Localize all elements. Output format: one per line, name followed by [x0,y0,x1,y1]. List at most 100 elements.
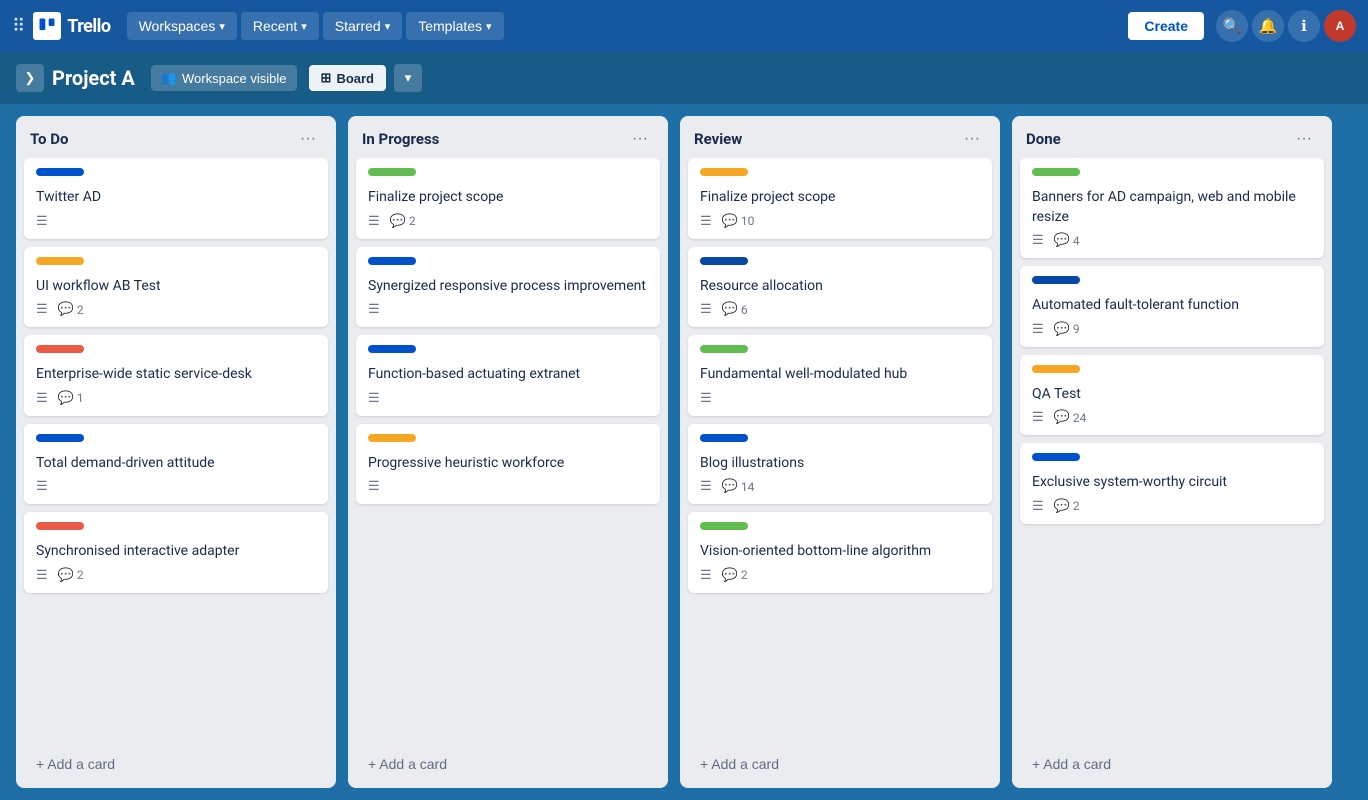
cards-container-inprogress: Finalize project scope☰💬2Synergized resp… [348,158,668,740]
card[interactable]: Progressive heuristic workforce☰ [356,424,660,505]
board-view-icon: ⊞ [321,70,332,86]
comment-number: 6 [741,303,748,317]
board-content: To Do···Twitter AD☰UI workflow AB Test☰💬… [0,104,1368,800]
create-button[interactable]: Create [1128,12,1204,40]
card-meta: ☰💬10 [700,214,980,229]
card-meta: ☰ 💬2 [36,302,316,317]
column-header-inprogress: In Progress··· [348,116,668,158]
card[interactable]: Twitter AD☰ [24,158,328,239]
recent-chevron: ▾ [301,20,307,33]
card-comment-count: 💬2 [58,302,84,317]
card-description-icon: ☰ [368,302,380,317]
card[interactable]: Banners for AD campaign, web and mobile … [1020,158,1324,258]
card-description-icon: ☰ [700,214,712,229]
card[interactable]: Synergized responsive process improvemen… [356,247,660,328]
card-title: Fundamental well-modulated hub [700,365,980,385]
card[interactable]: Finalize project scope☰💬10 [688,158,992,239]
card[interactable]: Enterprise-wide static service-desk☰💬1 [24,335,328,416]
comment-number: 1 [77,391,84,405]
card[interactable]: Exclusive system-worthy circuit ☰💬2 [1020,443,1324,524]
card-tag [368,168,416,176]
board-title: Project A [52,66,135,90]
workspace-visible-label: Workspace visible [182,71,287,86]
card-comment-count: 💬2 [390,214,416,229]
card-description-icon: ☰ [368,214,380,229]
recent-button[interactable]: Recent ▾ [241,12,319,40]
notifications-button[interactable]: 🔔 [1252,10,1284,42]
search-button[interactable]: 🔍 [1216,10,1248,42]
templates-button[interactable]: Templates ▾ [406,12,503,40]
workspace-visible-button[interactable]: 👥 Workspace visible [151,65,297,91]
card-comment-count: 💬9 [1054,322,1080,337]
card[interactable]: Finalize project scope☰💬2 [356,158,660,239]
column-header-done: Done··· [1012,116,1332,158]
card-title: Synchronised interactive adapter [36,542,316,562]
column-menu-button-review[interactable]: ··· [958,128,986,150]
board-view-button[interactable]: ⊞ Board [309,65,386,91]
card-meta: ☰💬2 [1032,499,1312,514]
templates-label: Templates [418,18,482,34]
card-description-icon: ☰ [368,479,380,494]
card[interactable]: Function-based actuating extranet ☰ [356,335,660,416]
starred-button[interactable]: Starred ▾ [323,12,402,40]
grid-icon[interactable]: ⠿ [12,16,25,37]
card-meta: ☰💬14 [700,479,980,494]
card-meta: ☰ [368,391,648,406]
card-meta: ☰ [36,214,316,229]
card-description-icon: ☰ [1032,322,1044,337]
card-tag [700,345,748,353]
column-header-todo: To Do··· [16,116,336,158]
workspace-icon: 👥 [161,70,177,86]
card[interactable]: Automated fault-tolerant function☰💬9 [1020,266,1324,347]
workspaces-label: Workspaces [139,18,216,34]
comment-number: 2 [741,568,748,582]
card-title: Total demand-driven attitude [36,454,316,474]
card-meta: ☰💬2 [36,568,316,583]
card[interactable]: Total demand-driven attitude ☰ [24,424,328,505]
recent-label: Recent [253,18,297,34]
card-description-icon: ☰ [36,479,48,494]
card-description-icon: ☰ [36,391,48,406]
workspaces-button[interactable]: Workspaces ▾ [127,12,237,40]
add-card-button-todo[interactable]: + Add a card [24,748,328,780]
comment-number: 14 [741,480,755,494]
add-card-button-inprogress[interactable]: + Add a card [356,748,660,780]
card-title: Enterprise-wide static service-desk [36,365,316,385]
card-meta: ☰ [700,391,980,406]
column-menu-button-inprogress[interactable]: ··· [626,128,654,150]
card-tag [1032,365,1080,373]
card[interactable]: Blog illustrations ☰💬14 [688,424,992,505]
comment-number: 2 [77,303,84,317]
trello-logo[interactable]: Trello [33,12,110,40]
add-card-button-done[interactable]: + Add a card [1020,748,1324,780]
create-label: Create [1144,18,1188,34]
card-description-icon: ☰ [36,568,48,583]
card-tag [36,168,84,176]
card-comment-count: 💬14 [722,479,755,494]
card-title: Banners for AD campaign, web and mobile … [1032,188,1312,227]
card-meta: ☰ 💬9 [1032,322,1312,337]
card-description-icon: ☰ [36,302,48,317]
card[interactable]: Synchronised interactive adapter ☰💬2 [24,512,328,593]
column-menu-button-todo[interactable]: ··· [294,128,322,150]
card-title: Function-based actuating extranet [368,365,648,385]
card-title: Blog illustrations [700,454,980,474]
card[interactable]: Vision-oriented bottom-line algorithm☰💬2 [688,512,992,593]
info-button[interactable]: ℹ [1288,10,1320,42]
card[interactable]: UI workflow AB Test☰💬2 [24,247,328,328]
card-meta: ☰💬6 [700,302,980,317]
card[interactable]: Fundamental well-modulated hub ☰ [688,335,992,416]
avatar[interactable]: A [1324,10,1356,42]
card[interactable]: QA Test☰💬24 [1020,355,1324,436]
add-card-button-review[interactable]: + Add a card [688,748,992,780]
comment-number: 10 [741,214,755,228]
card-title: Exclusive system-worthy circuit [1032,473,1312,493]
card-tag [36,257,84,265]
column-menu-button-done[interactable]: ··· [1290,128,1318,150]
card-comment-count: 💬2 [722,568,748,583]
sidebar-toggle-button[interactable]: ❯ [16,64,44,92]
board-header-chevron[interactable]: ▾ [394,64,422,92]
card[interactable]: Resource allocation☰💬6 [688,247,992,328]
card-tag [700,257,748,265]
card-tag [36,522,84,530]
